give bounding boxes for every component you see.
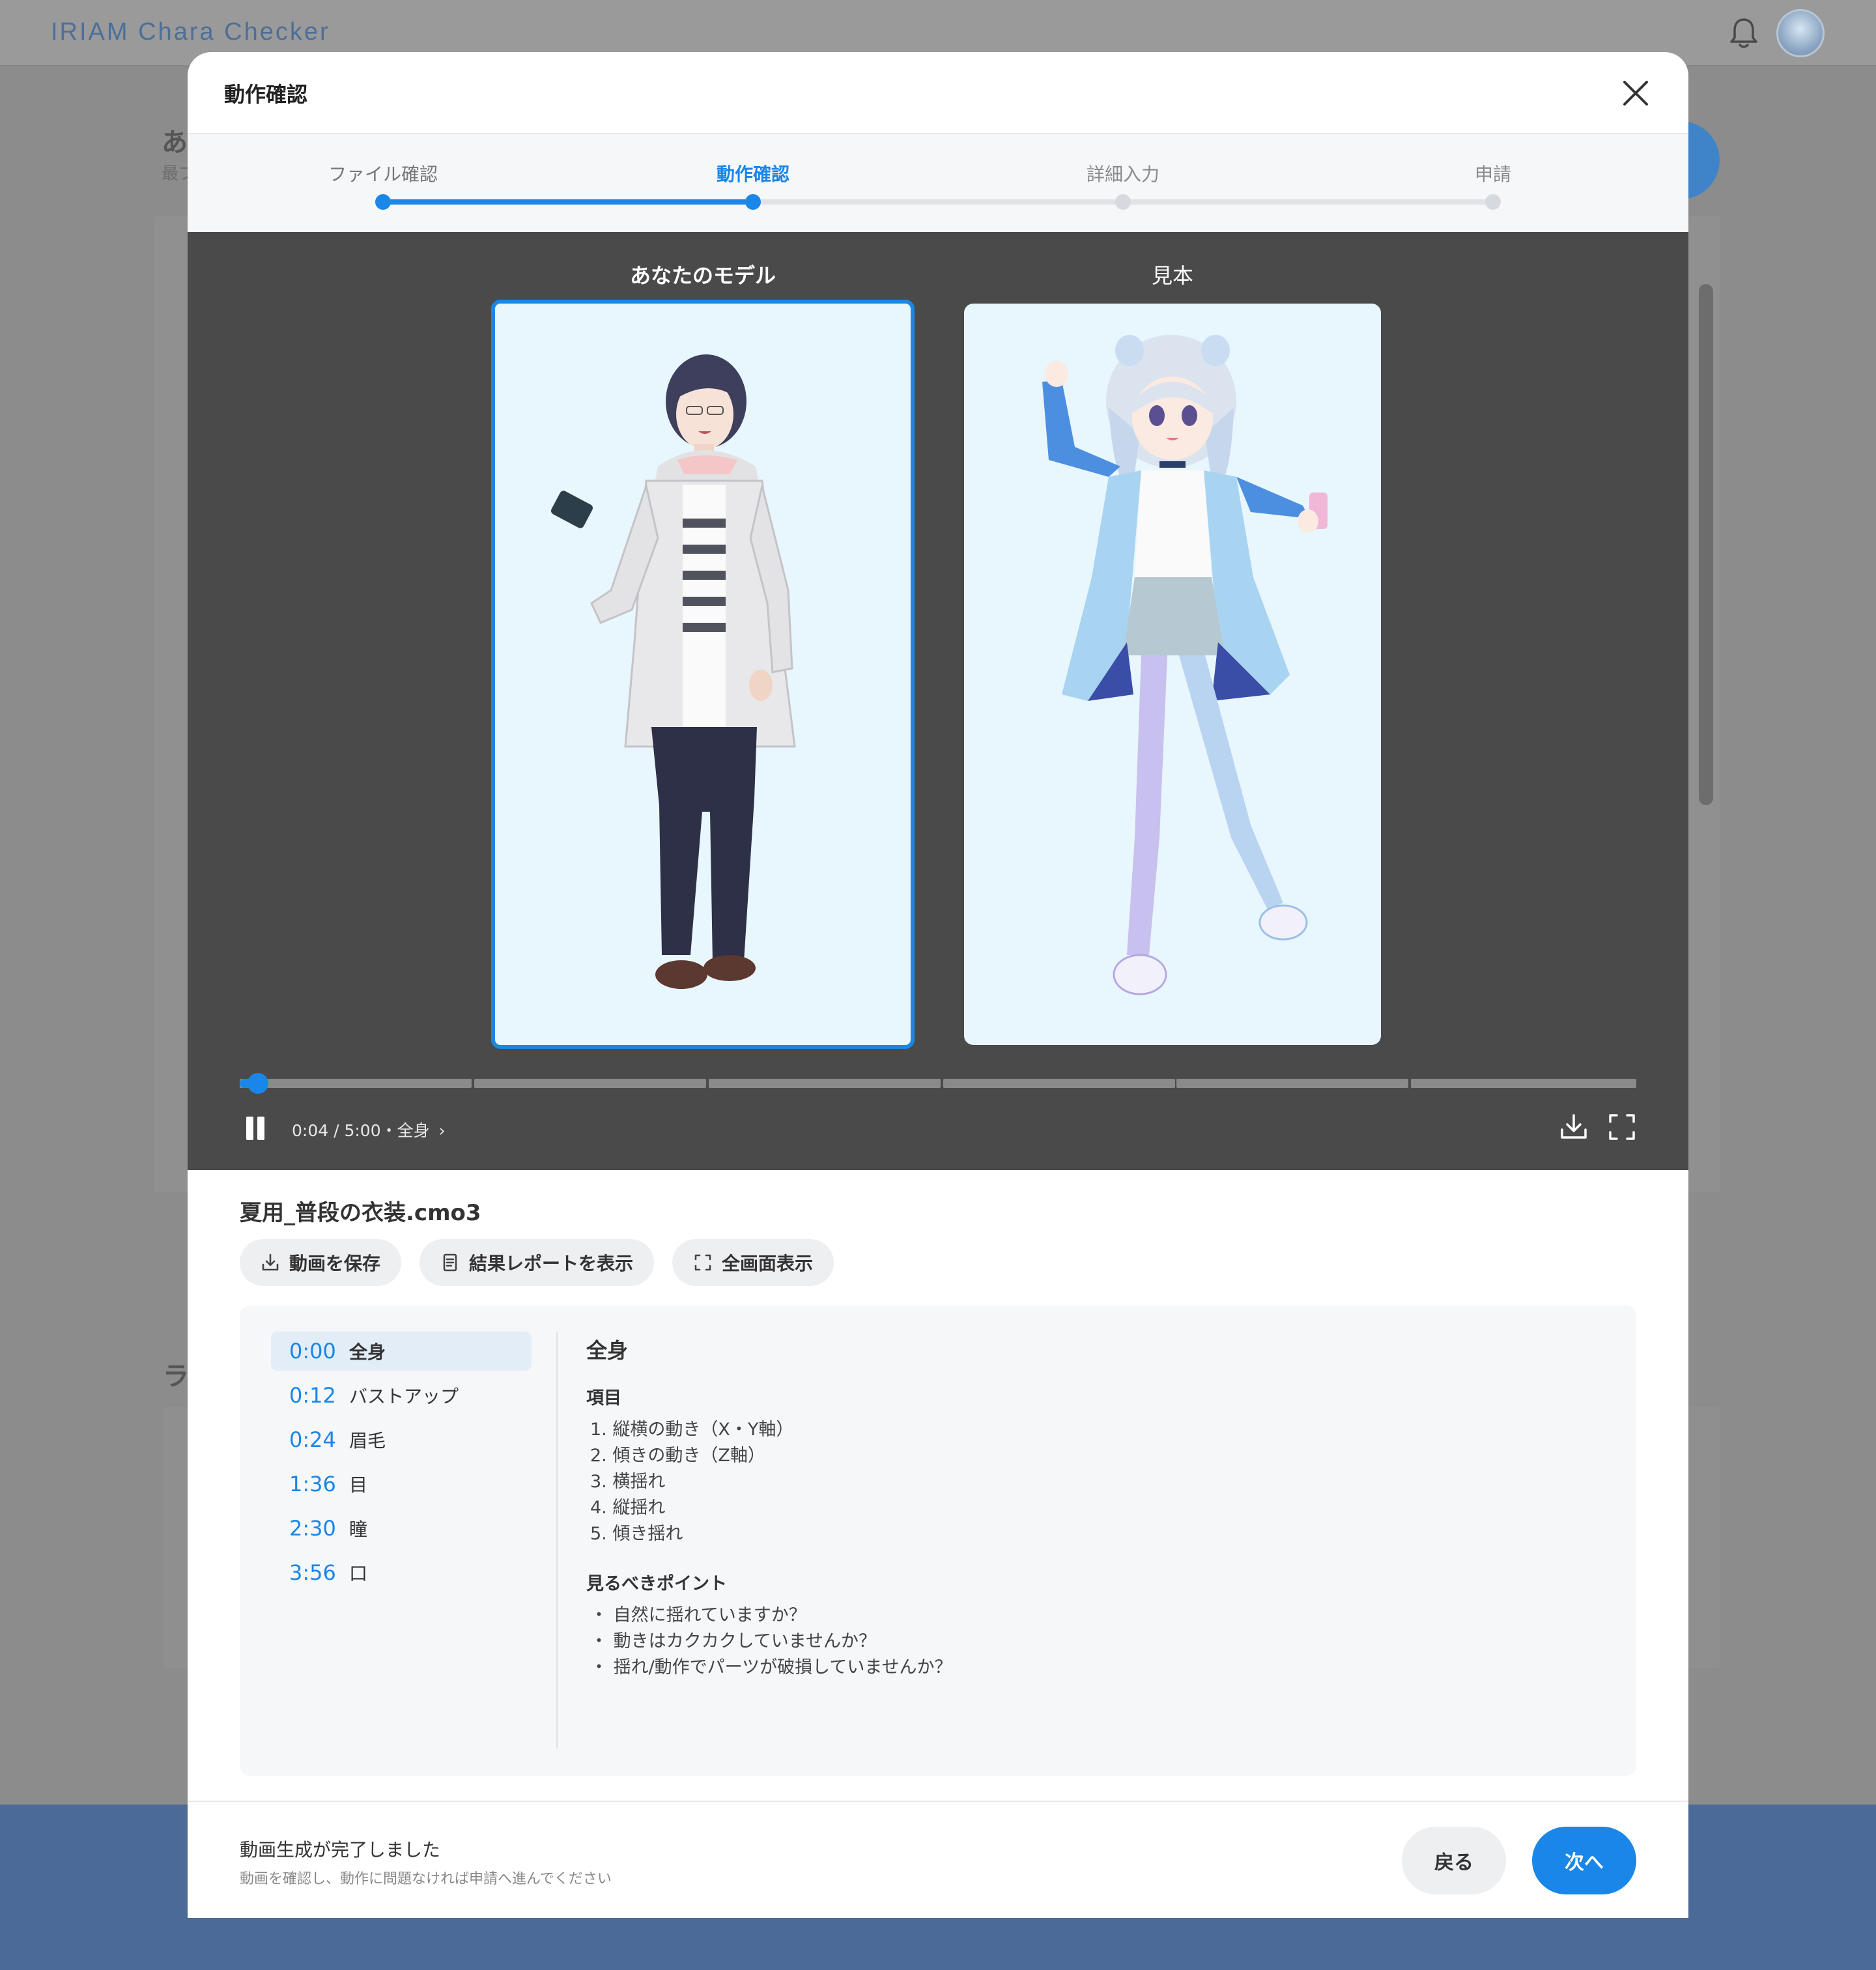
chapter-item-full-body[interactable]: 0:00 全身: [271, 1332, 532, 1371]
time-text: 0:04 / 5:00・全身: [292, 1121, 430, 1140]
list-item: 4. 縦揺れ: [590, 1498, 666, 1518]
show-report-button[interactable]: 結果レポートを表示: [419, 1239, 655, 1286]
fullscreen-button[interactable]: 全画面表示: [672, 1239, 834, 1286]
avatar[interactable]: [1776, 9, 1825, 57]
fullscreen-icon: [694, 1254, 711, 1271]
chapter-segment-4[interactable]: [943, 1079, 1175, 1088]
step-progress: [383, 199, 753, 205]
list-item: 2. 傾きの動き（Z軸）: [590, 1446, 765, 1466]
video-player: あなたのモデル 見本 0:04 / 5:00・全身 ›: [188, 232, 1688, 1170]
download-icon: [262, 1253, 279, 1271]
sample-title: 見本: [1151, 263, 1194, 288]
step-dot-4: [1485, 194, 1501, 210]
modal-header: 動作確認: [188, 52, 1688, 134]
document-icon: [443, 1253, 457, 1272]
step-dot-1: [375, 194, 391, 210]
chapter-item-eyes[interactable]: 1:36 目: [271, 1464, 532, 1504]
step-dot-3: [1115, 194, 1131, 210]
save-video-button[interactable]: 動画を保存: [240, 1239, 402, 1286]
status-hint: 動画を確認し、動作に問題なければ申請へ進んでください: [240, 1871, 612, 1887]
list-item: ・ 自然に揺れていますか？: [590, 1605, 806, 1625]
list-item: 1. 縦横の動き（X・Y軸）: [590, 1420, 794, 1440]
chapter-segment-1[interactable]: [240, 1079, 472, 1088]
fullscreen-icon[interactable]: [1606, 1111, 1638, 1143]
show-report-label: 結果レポートを表示: [469, 1253, 634, 1274]
chapter-segment-6[interactable]: [1411, 1079, 1636, 1088]
chapter-label: 全身: [349, 1341, 386, 1363]
chapter-time: 1:36: [289, 1472, 336, 1496]
chapter-time: 0:00: [289, 1339, 336, 1363]
step-apply: 申請: [1474, 164, 1512, 185]
your-model-title: あなたのモデル: [629, 263, 776, 288]
chevron-right-icon: ›: [438, 1121, 446, 1140]
list-item: ・ 揺れ/動作でパーツが破損していませんか？: [590, 1657, 952, 1677]
back-button[interactable]: 戻る: [1402, 1827, 1506, 1894]
chapter-item-bust-up[interactable]: 0:12 バストアップ: [271, 1376, 532, 1415]
female-character-illustration: [1042, 335, 1328, 995]
list-item: 5. 傾き揺れ: [590, 1524, 683, 1544]
detail-title: 全身: [586, 1338, 629, 1363]
chapter-time: 2:30: [289, 1516, 336, 1541]
step-dot-2: [745, 194, 761, 210]
next-button[interactable]: 次へ: [1532, 1827, 1636, 1894]
chapter-time: 3:56: [289, 1560, 336, 1585]
chapter-time: 0:12: [289, 1383, 336, 1408]
chapter-item-pupils[interactable]: 2:30 瞳: [271, 1509, 532, 1548]
modal-title: 動作確認: [224, 82, 308, 107]
male-character-illustration: [551, 354, 796, 989]
bell-icon[interactable]: [1727, 16, 1760, 51]
chapter-list: 0:00 全身 0:12 バストアップ 0:24 眉毛 1:36 目 2:30 …: [271, 1332, 532, 1597]
motion-check-modal: 動作確認 ファイル確認 動作確認 詳細入力 申請 あなたのモデル 見本 0:04…: [188, 52, 1688, 1918]
chapter-item-eyebrows[interactable]: 0:24 眉毛: [271, 1420, 532, 1459]
bg-heading: あ: [162, 128, 188, 158]
list-item: 3. 横揺れ: [590, 1472, 666, 1492]
chapter-label: 眉毛: [349, 1430, 386, 1451]
close-icon[interactable]: [1621, 78, 1651, 108]
chapter-item-mouth[interactable]: 3:56 口: [271, 1553, 532, 1592]
chapter-segment-3[interactable]: [709, 1079, 941, 1088]
chapter-label: 口: [349, 1563, 368, 1584]
time-readout[interactable]: 0:04 / 5:00・全身 ›: [292, 1118, 446, 1141]
items-heading: 項目: [586, 1388, 621, 1408]
pause-icon[interactable]: [242, 1114, 268, 1143]
chapter-label: 目: [349, 1474, 368, 1496]
download-icon[interactable]: [1558, 1111, 1589, 1143]
modal-footer: 動画生成が完了しました 動画を確認し、動作に問題なければ申請へ進んでください 戻…: [188, 1801, 1688, 1918]
your-model-view[interactable]: [491, 300, 915, 1049]
step-file-check: ファイル確認: [328, 164, 438, 185]
fullscreen-label: 全画面表示: [722, 1253, 814, 1274]
save-video-label: 動画を保存: [289, 1253, 381, 1274]
chapter-detail: 全身 項目 1. 縦横の動き（X・Y軸） 2. 傾きの動き（Z軸） 3. 横揺れ…: [586, 1334, 952, 1703]
chapter-label: 瞳: [349, 1519, 368, 1540]
step-motion-check: 動作確認: [716, 164, 790, 185]
list-item: ・ 動きはカクカクしていませんか？: [590, 1631, 876, 1651]
status-message: 動画生成が完了しました: [240, 1839, 441, 1861]
items-list: 1. 縦横の動き（X・Y軸） 2. 傾きの動き（Z軸） 3. 横揺れ 4. 縦揺…: [586, 1417, 952, 1547]
chapter-info-panel: 0:00 全身 0:12 バストアップ 0:24 眉毛 1:36 目 2:30 …: [240, 1306, 1636, 1776]
step-details: 詳細入力: [1086, 164, 1160, 185]
sample-view[interactable]: [964, 304, 1381, 1045]
bg-scrollbar: [1699, 284, 1713, 805]
points-list: ・ 自然に揺れていますか？ ・ 動きはカクカクしていませんか？ ・ 揺れ/動作で…: [586, 1603, 952, 1681]
chapter-time: 0:24: [289, 1427, 336, 1452]
app-logo: IRIAM Chara Checker: [51, 18, 330, 46]
chapter-segment-5[interactable]: [1176, 1079, 1408, 1088]
file-name: 夏用_普段の衣装.cmo3: [240, 1200, 481, 1226]
points-heading: 見るべきポイント: [586, 1574, 727, 1594]
chapter-label: バストアップ: [349, 1386, 459, 1407]
bg-section-heading: ラ: [163, 1362, 189, 1392]
stepper: ファイル確認 動作確認 詳細入力 申請: [188, 134, 1688, 231]
chapter-segment-2[interactable]: [474, 1079, 706, 1088]
divider: [556, 1332, 558, 1749]
seek-handle[interactable]: [247, 1073, 268, 1094]
